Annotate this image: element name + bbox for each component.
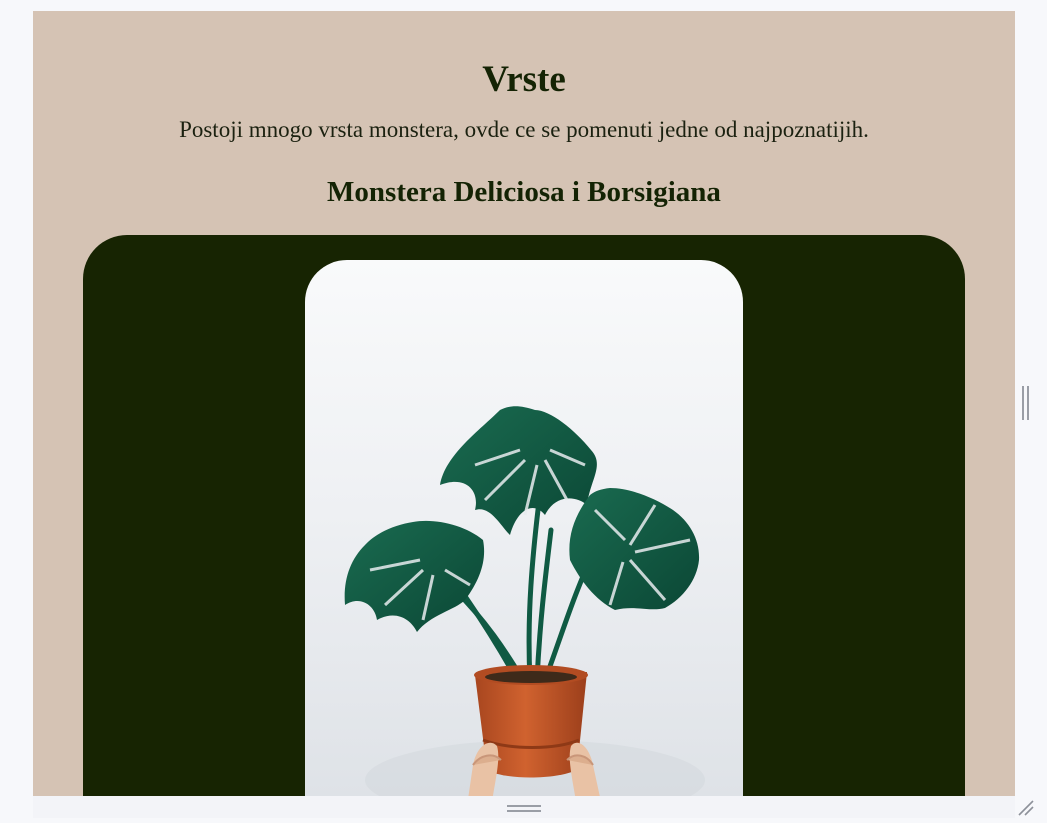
content-viewport: Vrste Postoji mnogo vrsta monstera, ovde… xyxy=(33,11,1015,796)
species-heading: Monstera Deliciosa i Borsigiana xyxy=(327,176,721,208)
monstera-image xyxy=(344,406,705,796)
species-section: Vrste Postoji mnogo vrsta monstera, ovde… xyxy=(33,11,1015,796)
species-card xyxy=(83,235,965,796)
resize-corner-icon[interactable] xyxy=(1016,798,1036,818)
drag-handle-horizontal-icon[interactable] xyxy=(507,803,541,813)
monstera-photo xyxy=(305,260,743,796)
drag-handle-vertical-icon[interactable] xyxy=(1022,386,1030,420)
section-intro: Postoji mnogo vrsta monstera, ovde ce se… xyxy=(179,117,869,142)
section-title: Vrste xyxy=(482,59,566,100)
